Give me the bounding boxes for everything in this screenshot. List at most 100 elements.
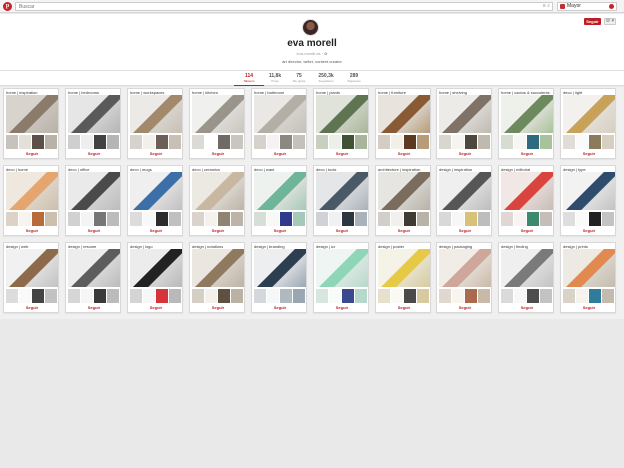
board-thumbnail[interactable] bbox=[205, 212, 217, 226]
board-thumbnail[interactable] bbox=[107, 135, 119, 149]
board-cover-image[interactable] bbox=[501, 95, 553, 133]
board-thumbnail[interactable] bbox=[404, 135, 416, 149]
board-card[interactable]: design | branding Seguir bbox=[251, 242, 307, 313]
board-thumbnail[interactable] bbox=[478, 212, 490, 226]
board-thumbnail[interactable] bbox=[156, 135, 168, 149]
board-cover-image[interactable] bbox=[316, 172, 368, 210]
board-cover-image[interactable] bbox=[254, 95, 306, 133]
board-thumbnail[interactable] bbox=[602, 135, 614, 149]
board-thumbnail[interactable] bbox=[563, 289, 575, 303]
board-thumbnail[interactable] bbox=[329, 135, 341, 149]
board-thumbnail[interactable] bbox=[143, 289, 155, 303]
board-card[interactable]: design | notations Seguir bbox=[189, 242, 245, 313]
board-thumbnail[interactable] bbox=[81, 289, 93, 303]
board-thumbnail[interactable] bbox=[32, 212, 44, 226]
board-thumbnail[interactable] bbox=[589, 289, 601, 303]
board-card[interactable]: deco | home Seguir bbox=[3, 165, 59, 236]
board-cover-image[interactable] bbox=[254, 249, 306, 287]
board-cover-image[interactable] bbox=[316, 95, 368, 133]
board-cover-image[interactable] bbox=[563, 172, 615, 210]
board-thumbnail[interactable] bbox=[452, 289, 464, 303]
board-thumbnail[interactable] bbox=[602, 212, 614, 226]
board-thumbnail[interactable] bbox=[169, 289, 181, 303]
board-cover-image[interactable] bbox=[68, 172, 120, 210]
board-thumbnail[interactable] bbox=[514, 212, 526, 226]
board-thumbnail[interactable] bbox=[81, 135, 93, 149]
board-card[interactable]: design | poster Seguir bbox=[375, 242, 431, 313]
board-thumbnail[interactable] bbox=[280, 289, 292, 303]
board-follow-button[interactable]: Seguir bbox=[273, 228, 287, 234]
board-follow-button[interactable]: Seguir bbox=[335, 305, 349, 311]
board-thumbnail[interactable] bbox=[130, 212, 142, 226]
board-follow-button[interactable]: Seguir bbox=[458, 151, 472, 157]
board-thumbnail[interactable] bbox=[231, 212, 243, 226]
settings-gear-icon[interactable]: ⚙ ▾ bbox=[604, 18, 616, 25]
board-thumbnail[interactable] bbox=[501, 289, 513, 303]
board-card[interactable]: home | inspiration Seguir bbox=[3, 88, 59, 159]
board-card[interactable]: design | packaging Seguir bbox=[436, 242, 492, 313]
board-thumbnail[interactable] bbox=[540, 135, 552, 149]
board-thumbnail[interactable] bbox=[378, 289, 390, 303]
board-cover-image[interactable] bbox=[130, 172, 182, 210]
board-thumbnail[interactable] bbox=[417, 212, 429, 226]
board-follow-button[interactable]: Seguir bbox=[273, 305, 287, 311]
board-cover-image[interactable] bbox=[501, 249, 553, 287]
board-follow-button[interactable]: Seguir bbox=[335, 228, 349, 234]
board-follow-button[interactable]: Seguir bbox=[87, 228, 101, 234]
board-thumbnail[interactable] bbox=[267, 289, 279, 303]
board-thumbnail[interactable] bbox=[342, 289, 354, 303]
board-cover-image[interactable] bbox=[6, 249, 58, 287]
board-card[interactable]: deco | mugs Seguir bbox=[127, 165, 183, 236]
follow-button[interactable]: Seguir bbox=[584, 18, 601, 25]
board-thumbnail[interactable] bbox=[501, 135, 513, 149]
board-thumbnail[interactable] bbox=[81, 212, 93, 226]
board-cover-image[interactable] bbox=[563, 95, 615, 133]
board-thumbnail[interactable] bbox=[316, 212, 328, 226]
board-card[interactable]: design | ux Seguir bbox=[313, 242, 369, 313]
board-thumbnail[interactable] bbox=[192, 135, 204, 149]
board-thumbnail[interactable] bbox=[589, 135, 601, 149]
board-thumbnail[interactable] bbox=[45, 289, 57, 303]
board-cover-image[interactable] bbox=[378, 95, 430, 133]
board-thumbnail[interactable] bbox=[514, 289, 526, 303]
board-cover-image[interactable] bbox=[439, 249, 491, 287]
board-thumbnail[interactable] bbox=[576, 289, 588, 303]
board-thumbnail[interactable] bbox=[342, 212, 354, 226]
board-cover-image[interactable] bbox=[501, 172, 553, 210]
board-card[interactable]: design | type Seguir bbox=[560, 165, 616, 236]
board-thumbnail[interactable] bbox=[478, 135, 490, 149]
board-thumbnail[interactable] bbox=[143, 135, 155, 149]
board-card[interactable]: architecture | inspiration Seguir bbox=[375, 165, 431, 236]
board-thumbnail[interactable] bbox=[6, 289, 18, 303]
board-thumbnail[interactable] bbox=[205, 289, 217, 303]
board-cover-image[interactable] bbox=[130, 249, 182, 287]
board-thumbnail[interactable] bbox=[439, 135, 451, 149]
board-follow-button[interactable]: Seguir bbox=[520, 228, 534, 234]
board-cover-image[interactable] bbox=[254, 172, 306, 210]
board-cover-image[interactable] bbox=[192, 249, 244, 287]
board-thumbnail[interactable] bbox=[32, 135, 44, 149]
board-follow-button[interactable]: Seguir bbox=[149, 305, 163, 311]
board-card[interactable]: deco | tools Seguir bbox=[313, 165, 369, 236]
board-thumbnail[interactable] bbox=[107, 289, 119, 303]
board-thumbnail[interactable] bbox=[602, 289, 614, 303]
board-follow-button[interactable]: Seguir bbox=[582, 305, 596, 311]
board-thumbnail[interactable] bbox=[280, 135, 292, 149]
board-thumbnail[interactable] bbox=[391, 135, 403, 149]
board-cover-image[interactable] bbox=[563, 249, 615, 287]
board-thumbnail[interactable] bbox=[6, 135, 18, 149]
board-thumbnail[interactable] bbox=[130, 135, 142, 149]
board-thumbnail[interactable] bbox=[355, 135, 367, 149]
board-thumbnail[interactable] bbox=[378, 135, 390, 149]
board-cover-image[interactable] bbox=[130, 95, 182, 133]
board-thumbnail[interactable] bbox=[417, 135, 429, 149]
board-thumbnail[interactable] bbox=[391, 212, 403, 226]
board-thumbnail[interactable] bbox=[6, 212, 18, 226]
board-thumbnail[interactable] bbox=[355, 289, 367, 303]
board-thumbnail[interactable] bbox=[465, 212, 477, 226]
board-thumbnail[interactable] bbox=[439, 289, 451, 303]
board-follow-button[interactable]: Seguir bbox=[582, 228, 596, 234]
board-follow-button[interactable]: Seguir bbox=[25, 305, 39, 311]
board-card[interactable]: design | web Seguir bbox=[3, 242, 59, 313]
board-thumbnail[interactable] bbox=[527, 289, 539, 303]
